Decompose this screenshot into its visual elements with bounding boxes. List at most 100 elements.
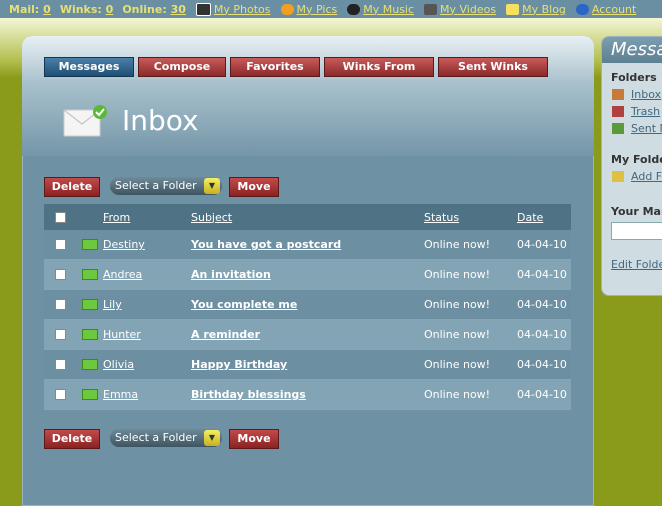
status-text: Online now! bbox=[424, 268, 491, 281]
account-link[interactable]: Account bbox=[575, 3, 636, 16]
folder-select-top[interactable]: Select a Folder ▼ bbox=[110, 177, 222, 195]
subject-link[interactable]: Birthday blessings bbox=[191, 388, 424, 401]
header-from[interactable]: From bbox=[103, 211, 191, 224]
row-checkbox[interactable] bbox=[54, 239, 66, 250]
date-text: 04-04-10 bbox=[517, 328, 567, 341]
sidebar: Messag Folders Inbox Trash Sent M My Fol… bbox=[601, 36, 662, 296]
status-text: Online now! bbox=[424, 328, 491, 341]
table-row: Destiny You have got a postcard Online n… bbox=[44, 230, 571, 260]
my-videos-label: My Videos bbox=[440, 2, 497, 16]
video-camera-icon bbox=[424, 3, 438, 15]
sender-link[interactable]: Destiny bbox=[103, 238, 191, 251]
my-photos-label: My Photos bbox=[213, 2, 271, 16]
row-checkbox[interactable] bbox=[54, 389, 66, 400]
header-subject[interactable]: Subject bbox=[191, 211, 424, 224]
table-row: Emma Birthday blessings Online now! 04-0… bbox=[44, 380, 571, 410]
chevron-down-icon[interactable]: ▼ bbox=[204, 178, 220, 194]
table-row: Hunter A reminder Online now! 04-04-10 bbox=[44, 320, 571, 350]
table-row: Olivia Happy Birthday Online now! 04-04-… bbox=[44, 350, 571, 380]
subject-link[interactable]: A reminder bbox=[191, 328, 424, 341]
sent-folder-icon bbox=[612, 123, 624, 134]
mail-stat[interactable]: Mail: 0 bbox=[9, 3, 51, 16]
tab-winks-from[interactable]: Winks From bbox=[324, 57, 434, 77]
sender-link[interactable]: Andrea bbox=[103, 268, 191, 281]
mailbox-usage-meter bbox=[611, 222, 662, 240]
delete-button-bottom[interactable]: Delete bbox=[44, 429, 100, 449]
subject-link[interactable]: Happy Birthday bbox=[191, 358, 424, 371]
sender-link[interactable]: Emma bbox=[103, 388, 191, 401]
messages-table: From Subject Status Date Destiny You hav… bbox=[44, 204, 571, 410]
sender-link[interactable]: Lily bbox=[103, 298, 191, 311]
tab-sent-winks[interactable]: Sent Winks bbox=[438, 57, 548, 77]
sidebar-item-sent[interactable]: Sent M bbox=[612, 122, 662, 135]
my-videos-link[interactable]: My Videos bbox=[424, 3, 496, 16]
music-icon bbox=[347, 3, 361, 15]
date-text: 04-04-10 bbox=[517, 298, 567, 311]
tab-favorites[interactable]: Favorites bbox=[230, 57, 320, 77]
sidebar-item-label: Trash bbox=[631, 105, 661, 118]
date-text: 04-04-10 bbox=[517, 268, 567, 281]
camera-icon bbox=[195, 2, 211, 16]
my-music-label: My Music bbox=[363, 2, 415, 16]
message-tabs: Messages Compose Favorites Winks From Se… bbox=[44, 57, 552, 77]
add-folder-label: Add Fo bbox=[631, 170, 662, 183]
edit-folders-link[interactable]: Edit Folder bbox=[611, 258, 662, 271]
winks-count[interactable]: 0 bbox=[106, 3, 114, 16]
header-date[interactable]: Date bbox=[517, 211, 571, 224]
inbox-envelope-icon bbox=[63, 105, 107, 137]
winks-label: Winks: bbox=[59, 2, 102, 16]
select-all-checkbox[interactable] bbox=[54, 211, 66, 223]
add-folder-icon bbox=[612, 171, 624, 182]
status-text: Online now! bbox=[424, 298, 491, 311]
subject-link[interactable]: An invitation bbox=[191, 268, 424, 281]
move-button-bottom[interactable]: Move bbox=[229, 429, 279, 449]
smiley-icon bbox=[280, 3, 294, 15]
sender-link[interactable]: Olivia bbox=[103, 358, 191, 371]
my-pics-link[interactable]: My Pics bbox=[280, 2, 338, 16]
my-blog-link[interactable]: My Blog bbox=[506, 3, 566, 16]
table-row: Andrea An invitation Online now! 04-04-1… bbox=[44, 260, 571, 290]
my-blog-label: My Blog bbox=[522, 2, 566, 16]
envelope-icon bbox=[81, 329, 98, 340]
folder-select-bottom[interactable]: Select a Folder ▼ bbox=[110, 429, 222, 447]
delete-button-top[interactable]: Delete bbox=[44, 177, 100, 197]
folder-select-value: Select a Folder bbox=[115, 179, 197, 192]
date-text: 04-04-10 bbox=[517, 388, 567, 401]
envelope-icon bbox=[81, 239, 98, 250]
online-count[interactable]: 30 bbox=[171, 3, 186, 16]
tab-messages[interactable]: Messages bbox=[44, 57, 134, 77]
move-button-top[interactable]: Move bbox=[229, 177, 279, 197]
envelope-icon bbox=[81, 299, 98, 310]
status-text: Online now! bbox=[424, 388, 491, 401]
account-globe-icon bbox=[575, 3, 589, 15]
my-photos-link[interactable]: My Photos bbox=[195, 2, 271, 16]
subject-link[interactable]: You have got a postcard bbox=[191, 238, 424, 251]
subject-link[interactable]: You complete me bbox=[191, 298, 424, 311]
my-folders-heading: My Folde bbox=[611, 153, 662, 166]
winks-stat[interactable]: Winks: 0 bbox=[60, 3, 114, 16]
sidebar-title: Messag bbox=[602, 37, 662, 63]
sidebar-item-inbox[interactable]: Inbox bbox=[612, 88, 662, 101]
main-panel: Messages Compose Favorites Winks From Se… bbox=[22, 36, 594, 506]
row-checkbox[interactable] bbox=[54, 359, 66, 370]
chevron-down-icon[interactable]: ▼ bbox=[204, 430, 220, 446]
table-row: Lily You complete me Online now! 04-04-1… bbox=[44, 290, 571, 320]
row-checkbox[interactable] bbox=[54, 269, 66, 280]
sidebar-item-trash[interactable]: Trash bbox=[612, 105, 662, 118]
mail-count[interactable]: 0 bbox=[43, 3, 51, 16]
sender-link[interactable]: Hunter bbox=[103, 328, 191, 341]
status-text: Online now! bbox=[424, 238, 491, 251]
top-status-bar: Mail: 0 Winks: 0 Online: 30 My Photos My… bbox=[0, 0, 662, 18]
add-folder-link[interactable]: Add Fo bbox=[612, 170, 662, 183]
folder-select-value: Select a Folder bbox=[115, 431, 197, 444]
my-pics-label: My Pics bbox=[296, 2, 338, 16]
header-status[interactable]: Status bbox=[424, 211, 517, 224]
row-checkbox[interactable] bbox=[54, 299, 66, 310]
inbox-folder-icon bbox=[612, 89, 624, 100]
tab-compose[interactable]: Compose bbox=[138, 57, 226, 77]
my-music-link[interactable]: My Music bbox=[347, 3, 414, 16]
folders-heading: Folders bbox=[611, 71, 657, 84]
online-stat[interactable]: Online: 30 bbox=[122, 3, 186, 16]
trash-icon bbox=[612, 106, 624, 117]
row-checkbox[interactable] bbox=[54, 329, 66, 340]
